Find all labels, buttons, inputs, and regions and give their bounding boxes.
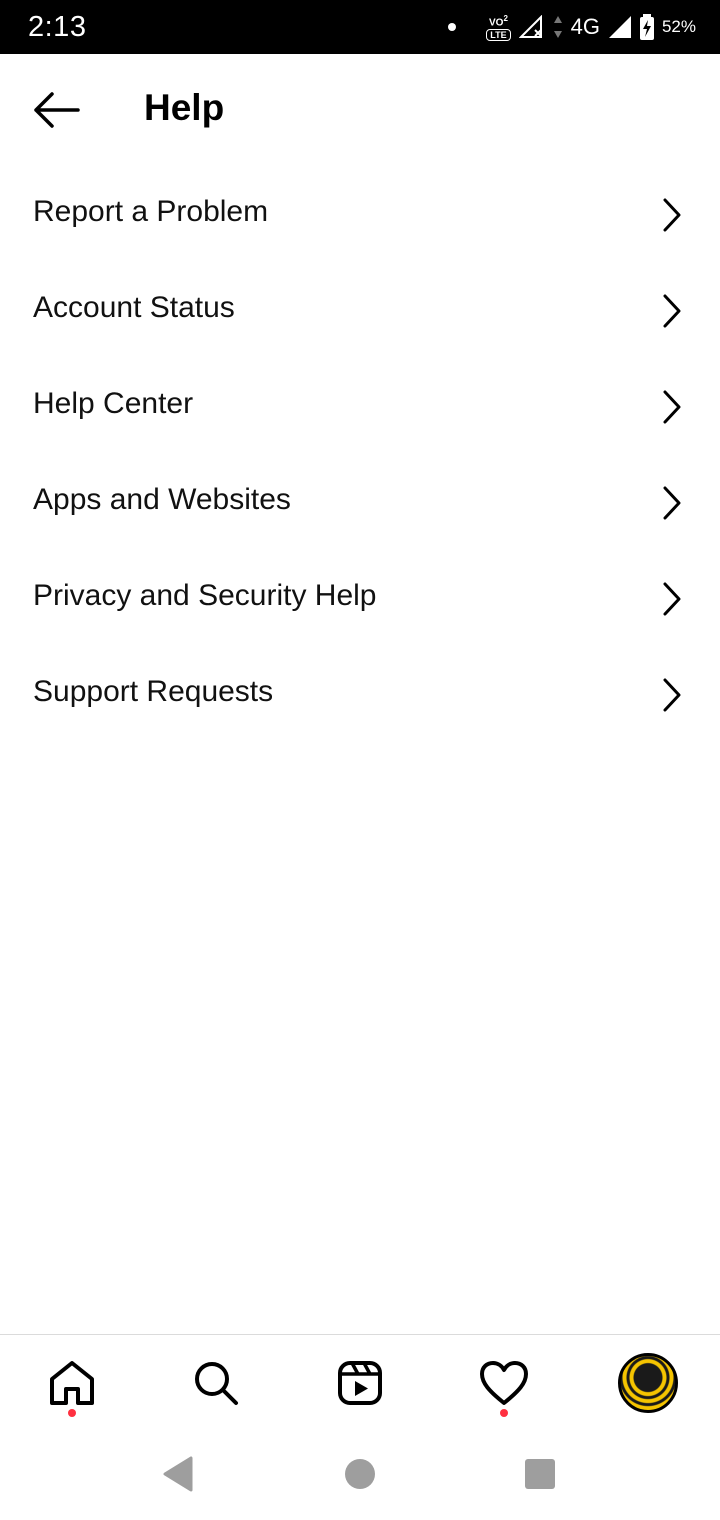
menu-item-label: Apps and Websites	[33, 483, 291, 516]
nav-profile-button[interactable]	[612, 1347, 684, 1419]
menu-item-help-center[interactable]: Help Center	[0, 359, 720, 455]
battery-percent: 52%	[661, 17, 696, 36]
notification-dot	[68, 1409, 76, 1417]
data-arrows-icon	[553, 16, 562, 38]
nav-search-button[interactable]	[180, 1347, 252, 1419]
menu-item-account-status[interactable]: Account Status	[0, 263, 720, 359]
menu-item-label: Report a Problem	[33, 195, 269, 228]
home-icon	[50, 1361, 94, 1405]
status-time: 2:13	[28, 11, 87, 43]
help-screen: 2:13 VO2 LTE 4G 52% Help Report a Proble…	[0, 0, 720, 1520]
system-back-button[interactable]	[158, 1454, 198, 1494]
status-icons: VO2 LTE 4G 52%	[448, 0, 696, 54]
chevron-right-icon	[663, 582, 681, 616]
page-title: Help	[144, 87, 225, 128]
nav-reels-button[interactable]	[324, 1347, 396, 1419]
nav-home-button[interactable]	[36, 1347, 108, 1419]
signal-strength-icon	[608, 16, 631, 38]
network-type: 4G	[570, 14, 600, 39]
menu-item-apps-and-websites[interactable]: Apps and Websites	[0, 455, 720, 551]
system-nav-bar	[0, 1428, 720, 1520]
heart-icon	[480, 1361, 528, 1405]
back-button[interactable]	[26, 84, 86, 136]
back-triangle-icon	[163, 1456, 193, 1492]
header: Help	[0, 54, 720, 166]
recents-square-icon	[525, 1459, 555, 1489]
bottom-nav	[0, 1334, 720, 1428]
system-recents-button[interactable]	[520, 1454, 560, 1494]
arrow-left-icon	[34, 92, 80, 128]
volte-icon: VO2 LTE	[486, 13, 511, 41]
home-circle-icon	[345, 1459, 375, 1489]
chevron-right-icon	[663, 294, 681, 328]
menu-item-label: Help Center	[33, 387, 194, 420]
menu-item-label: Privacy and Security Help	[33, 579, 377, 612]
notification-dot	[500, 1409, 508, 1417]
system-home-button[interactable]	[340, 1454, 380, 1494]
battery-charging-icon	[639, 14, 654, 40]
status-bar: 2:13 VO2 LTE 4G 52%	[0, 0, 720, 54]
menu-item-label: Support Requests	[33, 675, 274, 708]
menu-item-support-requests[interactable]: Support Requests	[0, 647, 720, 743]
chevron-right-icon	[663, 486, 681, 520]
menu-item-report-a-problem[interactable]: Report a Problem	[0, 167, 720, 263]
menu-item-label: Account Status	[33, 291, 235, 324]
signal-no-service-icon	[518, 15, 542, 38]
help-menu: Report a Problem Account Status Help Cen…	[0, 167, 720, 743]
avatar	[618, 1353, 678, 1413]
nav-activity-button[interactable]	[468, 1347, 540, 1419]
reels-icon	[338, 1361, 382, 1405]
chevron-right-icon	[663, 198, 681, 232]
menu-item-privacy-and-security-help[interactable]: Privacy and Security Help	[0, 551, 720, 647]
chevron-right-icon	[663, 390, 681, 424]
search-icon	[195, 1362, 238, 1405]
notification-dot-icon	[448, 23, 457, 31]
chevron-right-icon	[663, 678, 681, 712]
